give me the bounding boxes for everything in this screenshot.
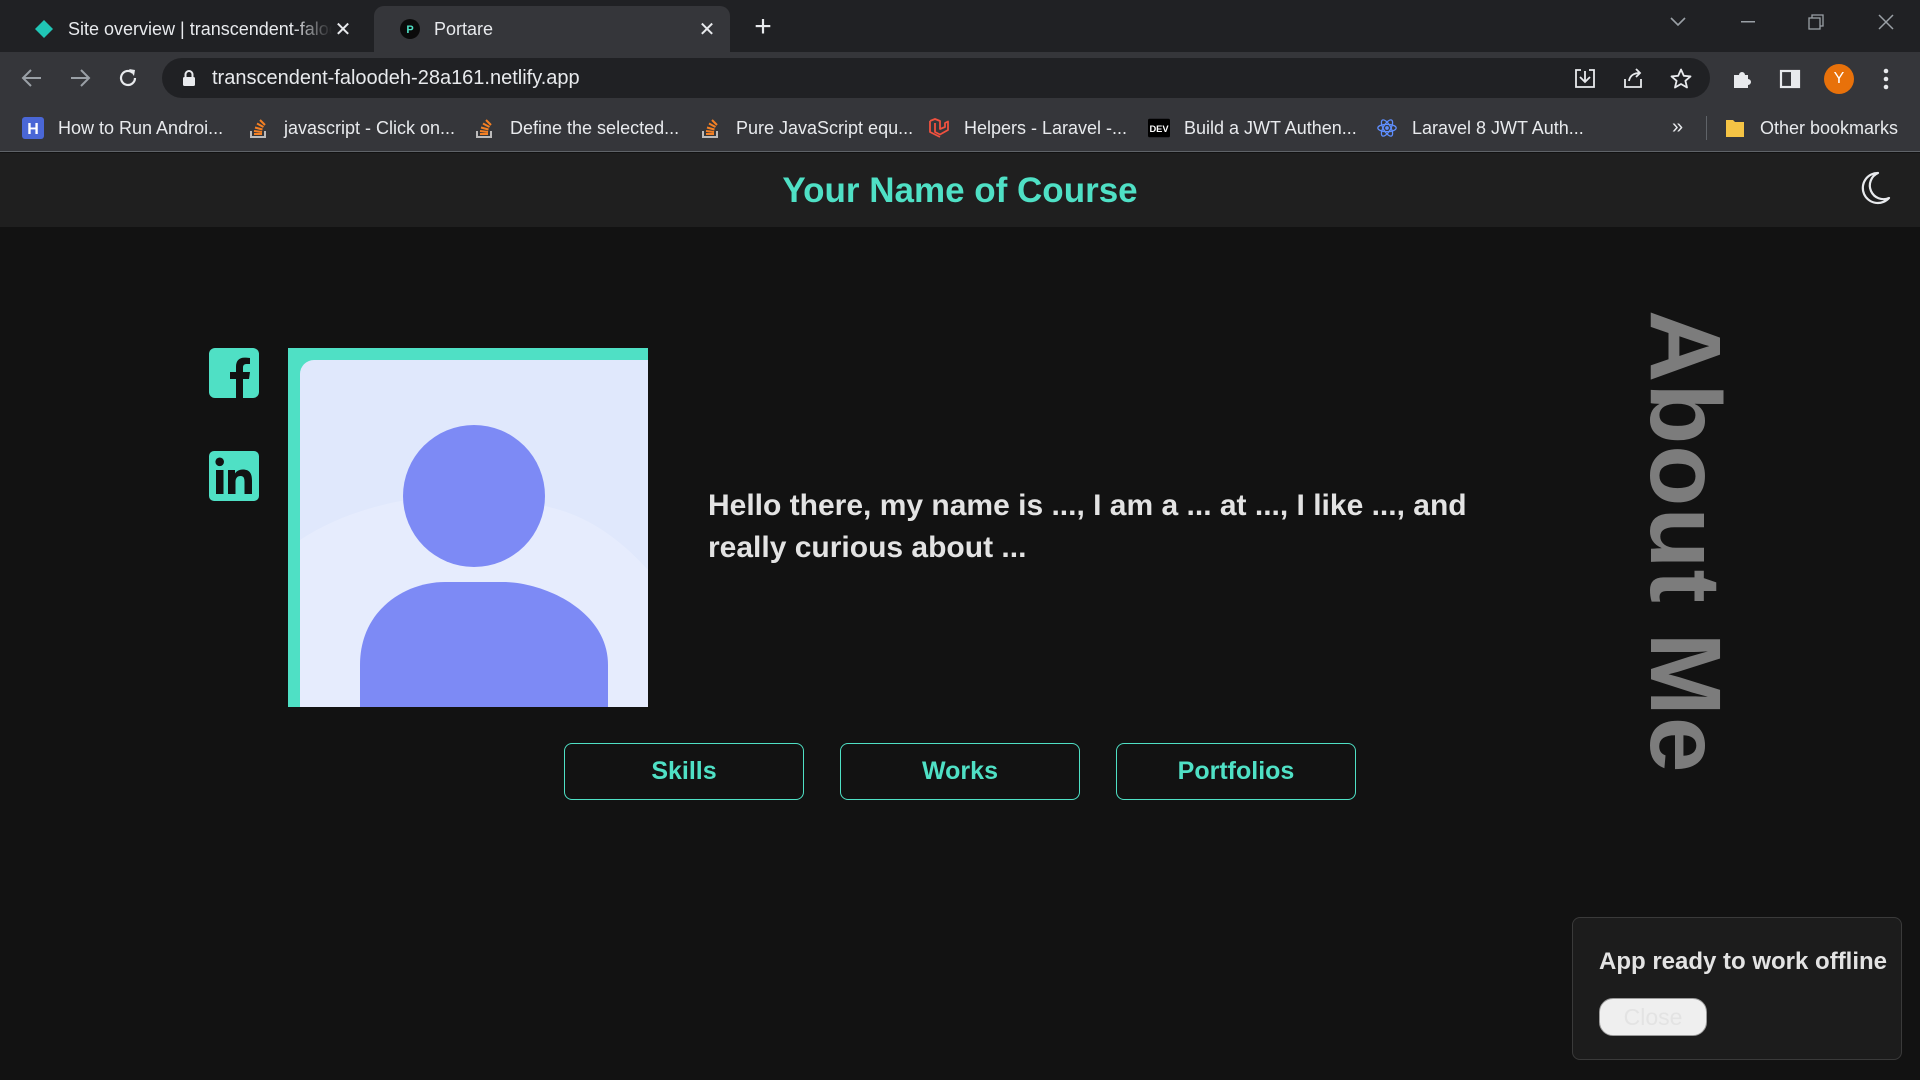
bookmark-item[interactable]: Helpers - Laravel -... bbox=[928, 114, 1127, 142]
tab-strip: Site overview | transcendent-faloodeh-28… bbox=[0, 0, 1920, 52]
back-icon[interactable] bbox=[14, 60, 50, 96]
restore-icon[interactable] bbox=[1782, 0, 1850, 44]
linkedin-icon[interactable] bbox=[208, 450, 260, 502]
react-icon bbox=[1376, 117, 1398, 139]
bookmark-item[interactable]: Define the selected... bbox=[474, 114, 679, 142]
forward-icon[interactable] bbox=[62, 60, 98, 96]
other-bookmarks-folder[interactable]: Other bookmarks bbox=[1724, 114, 1898, 142]
bookmark-item[interactable]: H How to Run Androi... bbox=[22, 114, 223, 142]
bookmark-item[interactable]: DEV Build a JWT Authen... bbox=[1148, 114, 1357, 142]
offline-ready-toast: App ready to work offline Close bbox=[1572, 917, 1902, 1060]
portfolios-button[interactable]: Portfolios bbox=[1116, 743, 1356, 800]
bookmark-label: Helpers - Laravel -... bbox=[964, 117, 1128, 138]
minimize-icon[interactable] bbox=[1714, 0, 1782, 44]
lock-icon[interactable] bbox=[182, 69, 196, 92]
bookmark-label: Laravel 8 JWT Auth... bbox=[1412, 117, 1584, 138]
site-header: Your Name of Course bbox=[0, 153, 1920, 227]
extensions-icon[interactable] bbox=[1728, 65, 1756, 93]
address-bar[interactable]: transcendent-faloodeh-28a161.netlify.app bbox=[162, 58, 1710, 98]
section-label-text: About Me bbox=[1629, 310, 1741, 774]
close-window-icon[interactable] bbox=[1852, 0, 1920, 44]
moon-icon[interactable] bbox=[1854, 169, 1894, 209]
tab-portare[interactable]: P Portare ✕ bbox=[374, 6, 730, 52]
bookmark-star-icon[interactable] bbox=[1668, 66, 1694, 92]
site-title[interactable]: Your Name of Course bbox=[0, 171, 1920, 211]
close-tab-icon[interactable]: ✕ bbox=[332, 18, 354, 41]
bookmark-label: Define the selected... bbox=[510, 117, 680, 138]
install-app-icon[interactable] bbox=[1572, 66, 1598, 92]
svg-text:H: H bbox=[27, 121, 39, 138]
reload-icon[interactable] bbox=[110, 60, 146, 96]
bookmarks-bar: H How to Run Androi... javascript - Clic… bbox=[0, 104, 1920, 152]
portare-icon: P bbox=[400, 19, 420, 39]
tab-search-icon[interactable] bbox=[1644, 0, 1712, 44]
bookmark-label: Pure JavaScript equ... bbox=[736, 117, 914, 138]
bio-text: Hello there, my name is ..., I am a ... … bbox=[708, 489, 1467, 564]
toast-close-button[interactable]: Close bbox=[1599, 998, 1707, 1036]
close-tab-icon[interactable]: ✕ bbox=[696, 18, 718, 41]
bookmark-item[interactable]: Laravel 8 JWT Auth... bbox=[1376, 114, 1584, 142]
bookmark-label: Other bookmarks bbox=[1760, 117, 1899, 138]
share-icon[interactable] bbox=[1620, 66, 1646, 92]
h-icon: H bbox=[22, 117, 44, 139]
laravel-icon bbox=[928, 117, 950, 139]
bookmark-item[interactable]: Pure JavaScript equ... bbox=[700, 114, 913, 142]
section-label: About Me bbox=[1629, 310, 1741, 830]
toast-message: App ready to work offline bbox=[1599, 948, 1888, 975]
url-text: transcendent-faloodeh-28a161.netlify.app bbox=[212, 67, 580, 89]
avatar bbox=[300, 360, 648, 707]
tab-site-overview[interactable]: Site overview | transcendent-faloodeh-28… bbox=[8, 6, 366, 52]
tab-title: Portare bbox=[434, 18, 494, 39]
profile-avatar[interactable]: Y bbox=[1824, 64, 1854, 94]
stackoverflow-icon bbox=[700, 117, 722, 139]
browser-toolbar: transcendent-faloodeh-28a161.netlify.app… bbox=[0, 52, 1920, 104]
menu-kebab-icon[interactable] bbox=[1872, 65, 1900, 93]
tab-title: Site overview | transcendent-faloodeh-28… bbox=[68, 18, 332, 39]
bookmark-label: javascript - Click on... bbox=[284, 117, 456, 138]
svg-text:DEV: DEV bbox=[1149, 124, 1169, 134]
person-placeholder-icon bbox=[300, 425, 648, 707]
folder-icon bbox=[1724, 117, 1746, 139]
svg-text:P: P bbox=[406, 24, 413, 36]
facebook-icon[interactable] bbox=[208, 347, 260, 399]
netlify-icon bbox=[34, 19, 54, 39]
bookmark-label: Build a JWT Authen... bbox=[1184, 117, 1357, 138]
bookmark-label: How to Run Androi... bbox=[58, 117, 224, 138]
profile-photo bbox=[288, 348, 648, 707]
bookmarks-overflow-button[interactable]: » bbox=[1672, 116, 1683, 139]
bookmark-item[interactable]: javascript - Click on... bbox=[248, 114, 455, 142]
dev-icon: DEV bbox=[1148, 117, 1170, 139]
new-tab-button[interactable]: + bbox=[746, 10, 780, 44]
works-button[interactable]: Works bbox=[840, 743, 1080, 800]
side-panel-icon[interactable] bbox=[1776, 65, 1804, 93]
stackoverflow-icon bbox=[248, 117, 270, 139]
stackoverflow-icon bbox=[474, 117, 496, 139]
skills-button[interactable]: Skills bbox=[564, 743, 804, 800]
bookmarks-divider bbox=[1706, 116, 1707, 140]
